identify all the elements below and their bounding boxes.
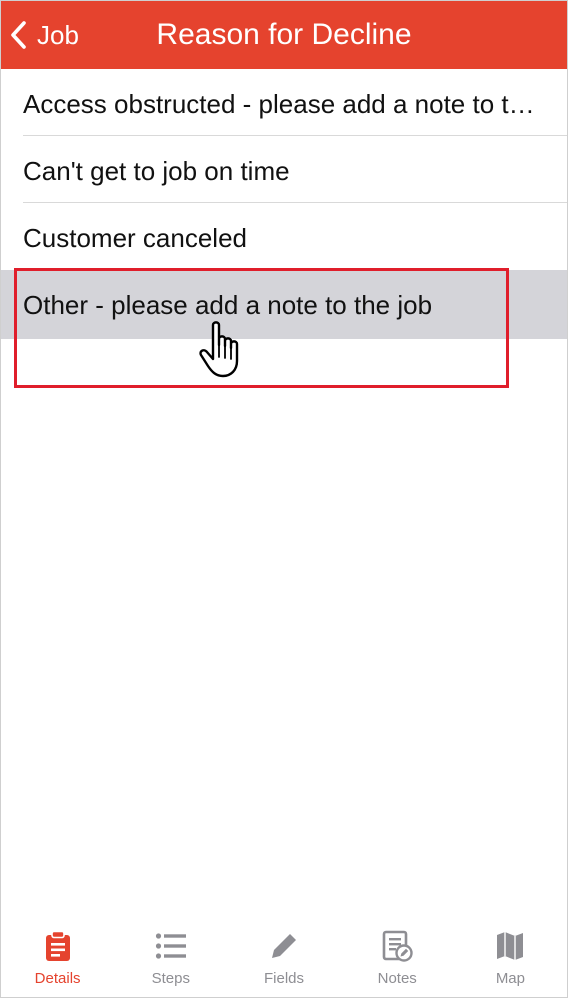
tab-fields[interactable]: Fields [227, 921, 340, 997]
tab-bar: Details Steps Fields Notes Map [1, 921, 567, 997]
tab-label: Details [34, 970, 81, 987]
tab-label: Steps [151, 970, 190, 987]
tab-label: Notes [377, 970, 417, 987]
chevron-left-icon [9, 20, 27, 50]
tab-map[interactable]: Map [454, 921, 567, 997]
reason-for-decline-screen: Job Reason for Decline Access obstructed… [0, 0, 568, 998]
list-item-selected[interactable]: Other - please add a note to the job [1, 270, 567, 339]
map-icon [493, 929, 527, 963]
list-item-label: Can't get to job on time [23, 156, 290, 186]
list-icon [154, 929, 188, 963]
nav-header: Job Reason for Decline [1, 1, 567, 69]
back-button[interactable]: Job [9, 15, 79, 55]
list-item[interactable]: Can't get to job on time [1, 136, 567, 203]
clipboard-icon [41, 929, 75, 963]
page-title: Reason for Decline [156, 18, 412, 51]
pencil-icon [267, 929, 301, 963]
tab-notes[interactable]: Notes [341, 921, 454, 997]
list-item[interactable]: Access obstructed - please add a note to… [1, 69, 567, 136]
tab-details[interactable]: Details [1, 921, 114, 997]
tab-steps[interactable]: Steps [114, 921, 227, 997]
list-item-label: Other - please add a note to the job [23, 290, 433, 320]
notes-icon [380, 929, 414, 963]
tab-label: Map [495, 970, 525, 987]
tab-label: Fields [264, 970, 305, 987]
reason-list: Access obstructed - please add a note to… [1, 69, 567, 339]
back-label: Job [37, 20, 79, 50]
list-item[interactable]: Customer canceled [1, 203, 567, 270]
list-item-label: Access obstructed - please add a note to… [23, 89, 541, 119]
list-item-label: Customer canceled [23, 223, 247, 253]
